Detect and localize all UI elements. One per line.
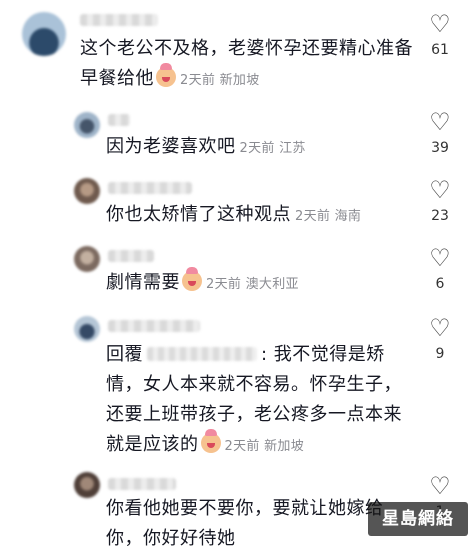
comment-line-last: 早餐给他 2天前 新加坡 (80, 63, 413, 96)
reply-line: 回覆 : 我不觉得是矫 (106, 340, 402, 370)
heart-outline-icon[interactable]: ♡ (420, 12, 460, 36)
comment-text: 你也太矫情了这种观点 2天前 海南 (106, 200, 361, 232)
avatar[interactable] (74, 178, 100, 204)
avatar[interactable] (74, 246, 100, 272)
like-count: 9 (435, 346, 445, 362)
avatar[interactable] (22, 12, 66, 56)
like-button[interactable]: ♡ 39 (420, 110, 460, 156)
heart-outline-icon[interactable]: ♡ (420, 110, 460, 134)
heart-outline-icon[interactable]: ♡ (420, 178, 460, 202)
comment-meta: 2天前 澳大利亚 (206, 277, 299, 292)
laughing-crying-emoji-icon (156, 63, 176, 87)
comment-location: 海南 (334, 209, 362, 224)
comment-text: 劇情需要 2天前 澳大利亚 (106, 267, 299, 300)
comment-location: 澳大利亚 (245, 277, 299, 292)
comment-time: 2天前 (206, 277, 242, 292)
comment-line: 情，女人本来就不容易。怀孕生子， (106, 374, 402, 395)
comment-meta: 2天前 新加坡 (180, 73, 260, 88)
comment-line: 还要上班带孩子，老公疼多一点本来 (106, 404, 402, 425)
comment-line: 因为老婆喜欢吧 (106, 136, 236, 157)
username-blurred[interactable] (80, 14, 158, 26)
comment-location: 江苏 (279, 141, 306, 156)
comment-time: 2天前 (224, 439, 260, 454)
comment-line: 你也太矫情了这种观点 (106, 204, 291, 225)
like-count: 23 (431, 208, 449, 224)
like-button[interactable]: ♡ 9 (420, 316, 460, 362)
comment-line-last: 就是应该的 2天前 新加坡 (106, 429, 402, 462)
comment-text: 回覆 : 我不觉得是矫 情，女人本来就不容易。怀孕生子， 还要上班带孩子，老公疼多… (106, 340, 402, 462)
username-blurred[interactable] (108, 250, 154, 262)
watermark-logo: 星島網絡 (368, 502, 468, 536)
mention-username-blurred[interactable] (147, 347, 257, 361)
comment-text: 你看他她要不要你，要就让她嫁给 你，你好好待她 (106, 494, 384, 554)
comment-line: 你看他她要不要你，要就让她嫁给 (106, 498, 384, 519)
comment-time: 2天前 (295, 209, 331, 224)
laughing-crying-emoji-icon (182, 267, 202, 291)
like-count: 61 (431, 42, 449, 58)
like-button[interactable]: ♡ 6 (420, 246, 460, 292)
comment-meta: 2天前 海南 (295, 209, 361, 224)
comment-line: 这个老公不及格，老婆怀孕还要精心准备 (80, 38, 413, 59)
avatar[interactable] (74, 112, 100, 138)
comment-location: 新加坡 (219, 73, 260, 88)
comment-meta: 2天前 江苏 (240, 141, 306, 156)
like-button[interactable]: ♡ 61 (420, 12, 460, 58)
heart-outline-icon[interactable]: ♡ (420, 474, 460, 498)
like-button[interactable]: ♡ 23 (420, 178, 460, 224)
comment-text: 这个老公不及格，老婆怀孕还要精心准备 早餐给他 2天前 新加坡 (80, 34, 413, 96)
comment-location: 新加坡 (264, 439, 305, 454)
comment-line: 就是应该的 (106, 434, 199, 455)
heart-outline-icon[interactable]: ♡ (420, 316, 460, 340)
comment-line: 早餐给他 (80, 68, 154, 89)
comment-time: 2天前 (180, 73, 216, 88)
comment-text: 因为老婆喜欢吧 2天前 江苏 (106, 132, 306, 164)
username-blurred[interactable] (108, 320, 200, 332)
username-blurred[interactable] (108, 114, 130, 126)
username-blurred[interactable] (108, 478, 176, 490)
comment-line: 劇情需要 (106, 272, 180, 293)
comment-line: 你，你好好待她 (106, 528, 236, 549)
avatar[interactable] (74, 316, 100, 342)
comment-time: 2天前 (239, 141, 275, 156)
like-count: 6 (435, 276, 445, 292)
laughing-crying-emoji-icon (200, 429, 221, 453)
heart-outline-icon[interactable]: ♡ (420, 246, 460, 270)
reply-prefix: 回覆 (106, 344, 143, 365)
username-blurred[interactable] (108, 182, 192, 194)
comment-meta: 2天前 新加坡 (225, 439, 305, 454)
like-count: 39 (431, 140, 449, 156)
avatar[interactable] (74, 472, 100, 498)
reply-suffix: : 我不觉得是矫 (261, 344, 385, 365)
